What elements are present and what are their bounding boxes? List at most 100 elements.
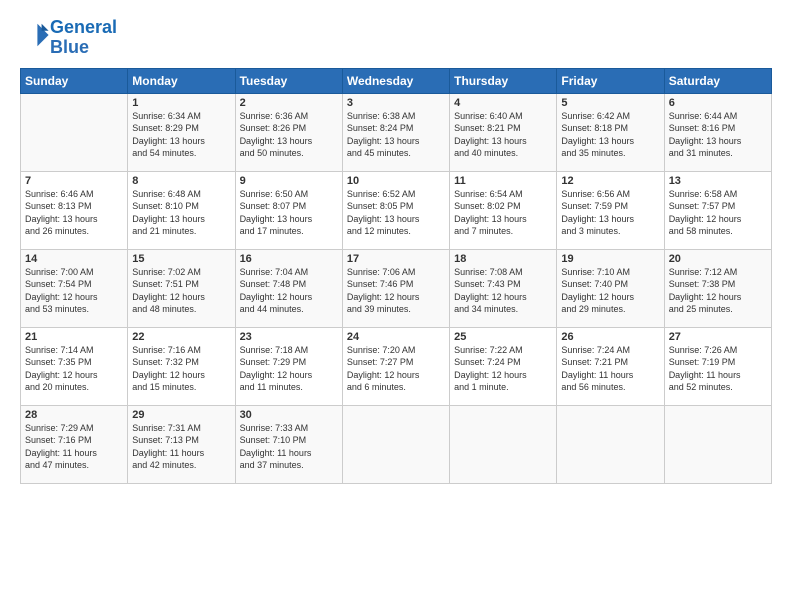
day-info: Sunrise: 7:31 AM Sunset: 7:13 PM Dayligh…	[132, 422, 230, 472]
header: GeneralBlue	[20, 18, 772, 58]
calendar-cell: 8Sunrise: 6:48 AM Sunset: 8:10 PM Daylig…	[128, 171, 235, 249]
day-number: 6	[669, 97, 767, 109]
week-row-2: 7Sunrise: 6:46 AM Sunset: 8:13 PM Daylig…	[21, 171, 772, 249]
day-info: Sunrise: 6:36 AM Sunset: 8:26 PM Dayligh…	[240, 110, 338, 160]
logo: GeneralBlue	[20, 18, 117, 58]
calendar-cell: 17Sunrise: 7:06 AM Sunset: 7:46 PM Dayli…	[342, 249, 449, 327]
day-number: 1	[132, 97, 230, 109]
day-info: Sunrise: 7:08 AM Sunset: 7:43 PM Dayligh…	[454, 266, 552, 316]
page: GeneralBlue SundayMondayTuesdayWednesday…	[0, 0, 792, 612]
day-info: Sunrise: 6:50 AM Sunset: 8:07 PM Dayligh…	[240, 188, 338, 238]
day-number: 19	[561, 253, 659, 265]
day-number: 28	[25, 409, 123, 421]
week-row-1: 1Sunrise: 6:34 AM Sunset: 8:29 PM Daylig…	[21, 93, 772, 171]
header-row: SundayMondayTuesdayWednesdayThursdayFrid…	[21, 68, 772, 93]
calendar-cell: 10Sunrise: 6:52 AM Sunset: 8:05 PM Dayli…	[342, 171, 449, 249]
day-info: Sunrise: 6:44 AM Sunset: 8:16 PM Dayligh…	[669, 110, 767, 160]
calendar-cell: 19Sunrise: 7:10 AM Sunset: 7:40 PM Dayli…	[557, 249, 664, 327]
day-number: 24	[347, 331, 445, 343]
week-row-5: 28Sunrise: 7:29 AM Sunset: 7:16 PM Dayli…	[21, 405, 772, 483]
day-info: Sunrise: 7:29 AM Sunset: 7:16 PM Dayligh…	[25, 422, 123, 472]
day-number: 25	[454, 331, 552, 343]
calendar-cell: 21Sunrise: 7:14 AM Sunset: 7:35 PM Dayli…	[21, 327, 128, 405]
day-info: Sunrise: 6:46 AM Sunset: 8:13 PM Dayligh…	[25, 188, 123, 238]
day-info: Sunrise: 6:40 AM Sunset: 8:21 PM Dayligh…	[454, 110, 552, 160]
day-info: Sunrise: 7:26 AM Sunset: 7:19 PM Dayligh…	[669, 344, 767, 394]
calendar-cell: 30Sunrise: 7:33 AM Sunset: 7:10 PM Dayli…	[235, 405, 342, 483]
day-info: Sunrise: 7:16 AM Sunset: 7:32 PM Dayligh…	[132, 344, 230, 394]
calendar-cell: 9Sunrise: 6:50 AM Sunset: 8:07 PM Daylig…	[235, 171, 342, 249]
calendar-cell: 18Sunrise: 7:08 AM Sunset: 7:43 PM Dayli…	[450, 249, 557, 327]
calendar-cell	[557, 405, 664, 483]
calendar-cell	[450, 405, 557, 483]
day-number: 4	[454, 97, 552, 109]
day-info: Sunrise: 6:52 AM Sunset: 8:05 PM Dayligh…	[347, 188, 445, 238]
logo-text: GeneralBlue	[50, 18, 117, 58]
calendar-cell: 27Sunrise: 7:26 AM Sunset: 7:19 PM Dayli…	[664, 327, 771, 405]
day-info: Sunrise: 7:22 AM Sunset: 7:24 PM Dayligh…	[454, 344, 552, 394]
day-info: Sunrise: 6:58 AM Sunset: 7:57 PM Dayligh…	[669, 188, 767, 238]
col-header-saturday: Saturday	[664, 68, 771, 93]
day-number: 3	[347, 97, 445, 109]
day-number: 13	[669, 175, 767, 187]
calendar-cell: 15Sunrise: 7:02 AM Sunset: 7:51 PM Dayli…	[128, 249, 235, 327]
day-number: 14	[25, 253, 123, 265]
day-info: Sunrise: 7:04 AM Sunset: 7:48 PM Dayligh…	[240, 266, 338, 316]
calendar-cell: 7Sunrise: 6:46 AM Sunset: 8:13 PM Daylig…	[21, 171, 128, 249]
calendar-cell: 28Sunrise: 7:29 AM Sunset: 7:16 PM Dayli…	[21, 405, 128, 483]
calendar-cell: 12Sunrise: 6:56 AM Sunset: 7:59 PM Dayli…	[557, 171, 664, 249]
calendar-cell: 29Sunrise: 7:31 AM Sunset: 7:13 PM Dayli…	[128, 405, 235, 483]
day-number: 5	[561, 97, 659, 109]
calendar-cell: 16Sunrise: 7:04 AM Sunset: 7:48 PM Dayli…	[235, 249, 342, 327]
calendar-cell: 2Sunrise: 6:36 AM Sunset: 8:26 PM Daylig…	[235, 93, 342, 171]
col-header-monday: Monday	[128, 68, 235, 93]
col-header-wednesday: Wednesday	[342, 68, 449, 93]
calendar-table: SundayMondayTuesdayWednesdayThursdayFrid…	[20, 68, 772, 484]
day-info: Sunrise: 7:18 AM Sunset: 7:29 PM Dayligh…	[240, 344, 338, 394]
day-info: Sunrise: 6:48 AM Sunset: 8:10 PM Dayligh…	[132, 188, 230, 238]
day-info: Sunrise: 7:02 AM Sunset: 7:51 PM Dayligh…	[132, 266, 230, 316]
day-info: Sunrise: 7:14 AM Sunset: 7:35 PM Dayligh…	[25, 344, 123, 394]
day-number: 12	[561, 175, 659, 187]
calendar-cell: 4Sunrise: 6:40 AM Sunset: 8:21 PM Daylig…	[450, 93, 557, 171]
day-info: Sunrise: 6:38 AM Sunset: 8:24 PM Dayligh…	[347, 110, 445, 160]
day-number: 27	[669, 331, 767, 343]
day-info: Sunrise: 6:54 AM Sunset: 8:02 PM Dayligh…	[454, 188, 552, 238]
col-header-tuesday: Tuesday	[235, 68, 342, 93]
calendar-cell	[342, 405, 449, 483]
day-number: 7	[25, 175, 123, 187]
day-number: 9	[240, 175, 338, 187]
day-info: Sunrise: 6:42 AM Sunset: 8:18 PM Dayligh…	[561, 110, 659, 160]
calendar-cell: 24Sunrise: 7:20 AM Sunset: 7:27 PM Dayli…	[342, 327, 449, 405]
col-header-sunday: Sunday	[21, 68, 128, 93]
calendar-cell: 25Sunrise: 7:22 AM Sunset: 7:24 PM Dayli…	[450, 327, 557, 405]
week-row-3: 14Sunrise: 7:00 AM Sunset: 7:54 PM Dayli…	[21, 249, 772, 327]
week-row-4: 21Sunrise: 7:14 AM Sunset: 7:35 PM Dayli…	[21, 327, 772, 405]
calendar-cell: 14Sunrise: 7:00 AM Sunset: 7:54 PM Dayli…	[21, 249, 128, 327]
calendar-cell: 13Sunrise: 6:58 AM Sunset: 7:57 PM Dayli…	[664, 171, 771, 249]
day-info: Sunrise: 7:10 AM Sunset: 7:40 PM Dayligh…	[561, 266, 659, 316]
col-header-friday: Friday	[557, 68, 664, 93]
day-info: Sunrise: 6:34 AM Sunset: 8:29 PM Dayligh…	[132, 110, 230, 160]
day-info: Sunrise: 7:24 AM Sunset: 7:21 PM Dayligh…	[561, 344, 659, 394]
day-number: 2	[240, 97, 338, 109]
day-number: 10	[347, 175, 445, 187]
calendar-cell: 20Sunrise: 7:12 AM Sunset: 7:38 PM Dayli…	[664, 249, 771, 327]
calendar-cell: 23Sunrise: 7:18 AM Sunset: 7:29 PM Dayli…	[235, 327, 342, 405]
day-number: 30	[240, 409, 338, 421]
col-header-thursday: Thursday	[450, 68, 557, 93]
day-number: 11	[454, 175, 552, 187]
calendar-cell: 6Sunrise: 6:44 AM Sunset: 8:16 PM Daylig…	[664, 93, 771, 171]
day-number: 15	[132, 253, 230, 265]
day-number: 29	[132, 409, 230, 421]
day-number: 21	[25, 331, 123, 343]
day-info: Sunrise: 7:06 AM Sunset: 7:46 PM Dayligh…	[347, 266, 445, 316]
calendar-cell: 22Sunrise: 7:16 AM Sunset: 7:32 PM Dayli…	[128, 327, 235, 405]
day-number: 16	[240, 253, 338, 265]
calendar-cell: 11Sunrise: 6:54 AM Sunset: 8:02 PM Dayli…	[450, 171, 557, 249]
day-info: Sunrise: 7:00 AM Sunset: 7:54 PM Dayligh…	[25, 266, 123, 316]
day-number: 17	[347, 253, 445, 265]
day-info: Sunrise: 7:33 AM Sunset: 7:10 PM Dayligh…	[240, 422, 338, 472]
calendar-cell: 1Sunrise: 6:34 AM Sunset: 8:29 PM Daylig…	[128, 93, 235, 171]
day-number: 18	[454, 253, 552, 265]
